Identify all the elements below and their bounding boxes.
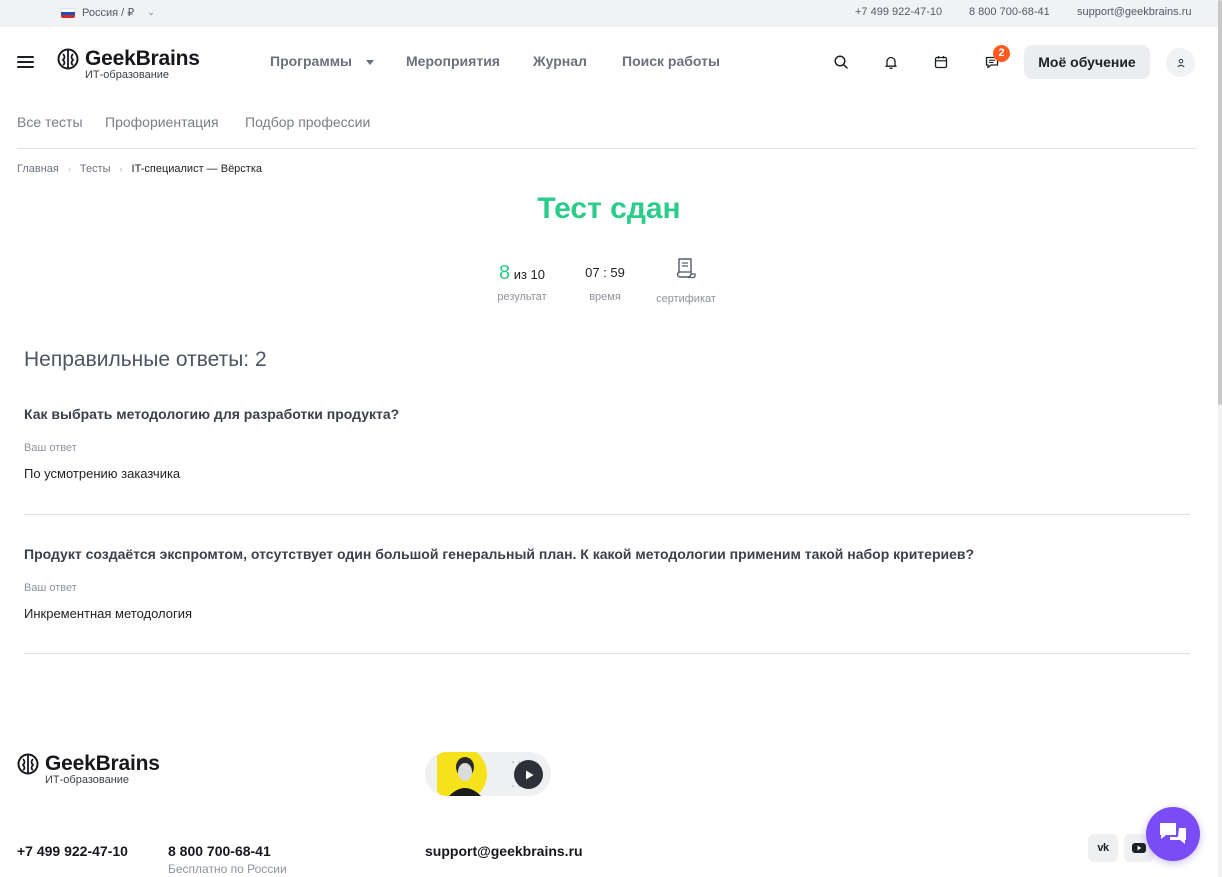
footer-phone-1[interactable]: +7 499 922-47-10 [17, 843, 128, 859]
breadcrumb-home[interactable]: Главная [17, 163, 59, 175]
calendar-icon[interactable] [933, 54, 949, 70]
your-answer-label-2: Ваш ответ [24, 582, 77, 594]
footer-phone-note: Бесплатно по России [168, 862, 287, 876]
stat-certificate[interactable]: сертификат [650, 256, 722, 305]
top-phone-1[interactable]: +7 499 922-47-10 [855, 6, 942, 18]
footer-phone-2[interactable]: 8 800 700-68-41 [168, 843, 271, 859]
brain-logo-icon [57, 48, 79, 70]
logo-name: GeekBrains [85, 47, 200, 70]
your-answer-label-1: Ваш ответ [24, 442, 77, 454]
subnav-divider [17, 148, 1197, 149]
chat-button[interactable] [1146, 807, 1200, 861]
user-icon [1176, 58, 1185, 67]
footer-email[interactable]: support@geekbrains.ru [425, 843, 583, 859]
top-phone-2[interactable]: 8 800 700-68-41 [969, 6, 1050, 18]
stat-score: 8 из 10 результат [490, 262, 554, 303]
vk-icon[interactable]: vk [1088, 834, 1118, 862]
footer-logo[interactable]: GeekBrains ИТ-образование [17, 753, 160, 786]
certificate-icon [676, 258, 696, 279]
top-email[interactable]: support@geekbrains.ru [1077, 6, 1192, 18]
stat-time: 07 : 59 время [576, 262, 634, 303]
chat-bubbles-icon [1160, 823, 1186, 844]
time-label: время [589, 291, 621, 303]
notification-badge: 2 [993, 45, 1010, 62]
logo-subtitle: ИТ-образование [85, 69, 170, 81]
footer-logo-name: GeekBrains [45, 752, 160, 775]
score-total: из 10 [513, 267, 546, 282]
top-bar: Россия / ₽ ⌄ +7 499 922-47-10 8 800 700-… [0, 0, 1218, 27]
question-divider [24, 653, 1190, 654]
russia-flag-icon [61, 7, 75, 18]
bell-icon[interactable] [883, 54, 899, 70]
subnav-profession-match[interactable]: Подбор профессии [245, 114, 370, 130]
search-icon[interactable] [833, 54, 849, 70]
breadcrumb-tests[interactable]: Тесты [80, 163, 111, 175]
question-2: Продукт создаётся экспромтом, отсутствуе… [24, 546, 975, 562]
play-icon[interactable] [514, 760, 543, 789]
answer-1: По усмотрению заказчика [24, 466, 181, 481]
region-label: Россия / ₽ [82, 7, 135, 19]
chevron-down-icon: ⌄ [147, 7, 155, 17]
region-selector[interactable]: Россия / ₽ ⌄ [61, 6, 155, 19]
caret-down-icon [366, 59, 375, 65]
nav-programs[interactable]: Программы [270, 53, 375, 69]
breadcrumb-current: IT-специалист — Вёрстка [131, 163, 263, 175]
result-title: Тест сдан [537, 192, 681, 225]
question-1: Как выбрать методологию для разработки п… [24, 406, 400, 422]
answer-2: Инкрементная методология [24, 606, 193, 621]
question-divider [24, 514, 1190, 515]
brain-logo-icon [17, 753, 39, 775]
subnav-all-tests[interactable]: Все тесты [17, 114, 83, 130]
nav-programs-label: Программы [270, 53, 353, 69]
subnav-career-guidance[interactable]: Профориентация [105, 114, 219, 130]
chevron-right-icon: › [119, 164, 123, 174]
video-preview[interactable] [425, 752, 551, 796]
menu-icon[interactable] [17, 56, 34, 68]
time-value: 07 : 59 [585, 265, 625, 280]
nav-job-search[interactable]: Поиск работы [622, 53, 720, 69]
breadcrumb: Главная › Тесты › IT-специалист — Вёрстк… [17, 163, 262, 175]
score-label: результат [497, 291, 547, 303]
footer-logo-subtitle: ИТ-образование [45, 774, 130, 786]
certificate-label: сертификат [656, 293, 716, 305]
scrollbar[interactable] [1218, 0, 1222, 877]
score-value: 8 [498, 262, 511, 284]
chevron-right-icon: › [67, 164, 71, 174]
wrong-answers-title: Неправильные ответы: 2 [24, 348, 267, 371]
nav-journal[interactable]: Журнал [533, 53, 587, 69]
logo[interactable]: GeekBrains ИТ-образование [57, 48, 200, 81]
scrollbar-thumb[interactable] [1218, 0, 1222, 405]
my-learning-button[interactable]: Моё обучение [1024, 45, 1150, 79]
profile-button[interactable] [1166, 48, 1195, 77]
nav-events[interactable]: Мероприятия [406, 53, 500, 69]
